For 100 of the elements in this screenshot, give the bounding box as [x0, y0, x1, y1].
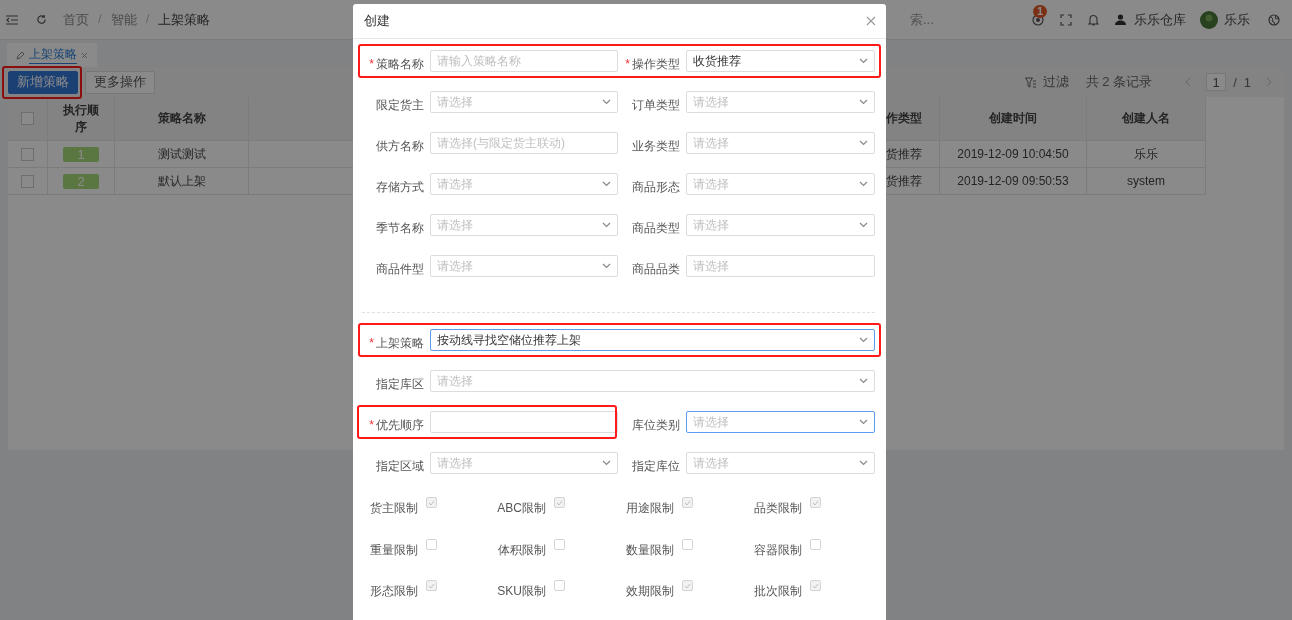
checkbox[interactable] — [426, 538, 437, 550]
close-icon[interactable] — [81, 51, 88, 59]
input-field[interactable] — [430, 411, 618, 433]
required-mark: * — [369, 417, 374, 433]
bell-icon[interactable] — [1088, 13, 1099, 26]
select-field[interactable]: 请选择 — [430, 173, 618, 195]
close-icon[interactable] — [866, 16, 876, 26]
chevron-down-icon — [602, 222, 611, 228]
page-total: 1 — [1243, 74, 1251, 90]
toolbar-button[interactable]: 新增策略 — [8, 70, 78, 94]
chevron-down-icon — [602, 99, 611, 105]
breadcrumb-item[interactable]: 智能 — [110, 10, 137, 29]
chevron-down-icon — [859, 460, 868, 466]
field-label: 指定区域 — [376, 458, 424, 474]
user-icon[interactable] — [1115, 14, 1126, 25]
checkbox[interactable] — [682, 497, 693, 508]
checkbox[interactable] — [682, 538, 693, 550]
chevron-down-icon — [859, 58, 868, 64]
checkbox-label: ABC限制 — [496, 500, 546, 517]
user-name[interactable]: 乐乐 — [1224, 10, 1250, 29]
checkbox[interactable] — [21, 112, 34, 125]
chevron-down-icon — [859, 337, 868, 343]
chevron-down-icon — [859, 378, 868, 384]
table-cell: 乐乐 — [1087, 141, 1206, 168]
filter-link[interactable]: 过滤 — [1042, 73, 1069, 91]
breadcrumb-item[interactable]: 首页 — [63, 10, 89, 29]
checkmark-icon — [812, 499, 819, 506]
checkbox[interactable] — [810, 497, 821, 508]
pen-icon — [16, 50, 25, 60]
checkbox[interactable] — [682, 580, 693, 591]
checkbox[interactable] — [554, 538, 565, 550]
next-page-icon[interactable] — [1266, 77, 1272, 87]
field-label: 存储方式 — [376, 179, 424, 195]
checkbox[interactable] — [810, 580, 821, 591]
page-separator: / — [1233, 74, 1237, 90]
refresh-icon[interactable] — [36, 14, 47, 25]
field-label: 上架策略 — [376, 335, 424, 351]
select-field[interactable]: 请选择 — [686, 91, 875, 113]
breadcrumb-item: 上架策略 — [158, 10, 211, 29]
select-field[interactable]: 请选择 — [686, 173, 875, 195]
select-field[interactable]: 请选择 — [430, 214, 618, 236]
required-mark: * — [369, 335, 374, 351]
chevron-down-icon — [859, 419, 868, 425]
order-badge: 2 — [63, 173, 99, 189]
checkbox-label: 用途限制 — [625, 500, 674, 517]
checkbox[interactable] — [21, 174, 34, 188]
field-label: 指定库位 — [632, 458, 680, 474]
select-field[interactable]: 按动线寻找空储位推荐上架 — [430, 329, 875, 351]
avatar-icon[interactable] — [1200, 10, 1218, 29]
select-field[interactable]: 收货推荐 — [686, 50, 875, 72]
checkbox[interactable] — [21, 147, 34, 161]
column-header: 创建人名 — [1087, 97, 1206, 141]
field-label: 业务类型 — [632, 138, 680, 154]
previous-page-icon[interactable] — [1185, 77, 1192, 87]
checkbox[interactable] — [810, 538, 821, 550]
chevron-down-icon — [602, 181, 611, 187]
select-field[interactable]: 请选择 — [430, 255, 618, 277]
checkbox[interactable] — [554, 497, 565, 508]
checkbox-label: 重量限制 — [369, 541, 418, 559]
filter-icon[interactable] — [1024, 76, 1036, 88]
select-field[interactable]: 请选择 — [686, 214, 875, 236]
chevron-down-icon — [859, 222, 868, 228]
input-field[interactable]: 请选择 — [686, 255, 875, 277]
select-field[interactable]: 请选择 — [430, 91, 618, 113]
table-cell: 默认上架 — [115, 168, 249, 195]
select-field[interactable]: 请选择 — [430, 370, 875, 392]
field-label: 优先顺序 — [376, 417, 424, 433]
page-input[interactable]: 1 — [1206, 73, 1227, 91]
dialog-title: 创建 — [364, 12, 390, 30]
warehouse-name[interactable]: 乐乐仓库 — [1134, 10, 1186, 29]
checkbox-label: 货主限制 — [369, 500, 418, 517]
order-badge: 1 — [63, 146, 99, 162]
page-tab[interactable]: 上架策略 — [7, 43, 97, 67]
input-field[interactable]: 请输入策略名称 — [430, 50, 618, 72]
checkbox[interactable] — [426, 497, 437, 508]
breadcrumb-separator: / — [98, 10, 102, 28]
select-field[interactable]: 请选择 — [430, 452, 618, 474]
table-cell: system — [1087, 168, 1206, 195]
column-header: 创建时间 — [940, 97, 1087, 141]
select-field[interactable]: 请选择 — [686, 132, 875, 154]
checkbox[interactable] — [426, 580, 437, 591]
field-label: 季节名称 — [376, 220, 424, 236]
select-field[interactable]: 请选择 — [686, 452, 875, 474]
fullscreen-icon[interactable] — [1060, 13, 1072, 26]
column-header: 执行顺序 — [48, 97, 115, 141]
select-field[interactable]: 请选择 — [686, 411, 875, 433]
toolbar-button[interactable]: 更多操作 — [85, 70, 155, 94]
required-mark: * — [625, 56, 630, 72]
chevron-down-icon — [859, 181, 868, 187]
chevron-down-icon — [602, 263, 611, 269]
field-label: 操作类型 — [632, 56, 680, 72]
breadcrumb-separator: / — [145, 10, 150, 28]
globe-icon[interactable] — [1268, 13, 1280, 26]
table-cell: 测试测试 — [115, 141, 249, 168]
chevron-down-icon — [859, 99, 868, 105]
field-label: 商品形态 — [632, 179, 680, 195]
menu-fold-icon[interactable] — [6, 14, 18, 25]
notification-badge: 1 — [1033, 4, 1048, 18]
checkbox[interactable] — [554, 580, 565, 591]
record-count: 共 2 条记录 — [1085, 73, 1153, 91]
